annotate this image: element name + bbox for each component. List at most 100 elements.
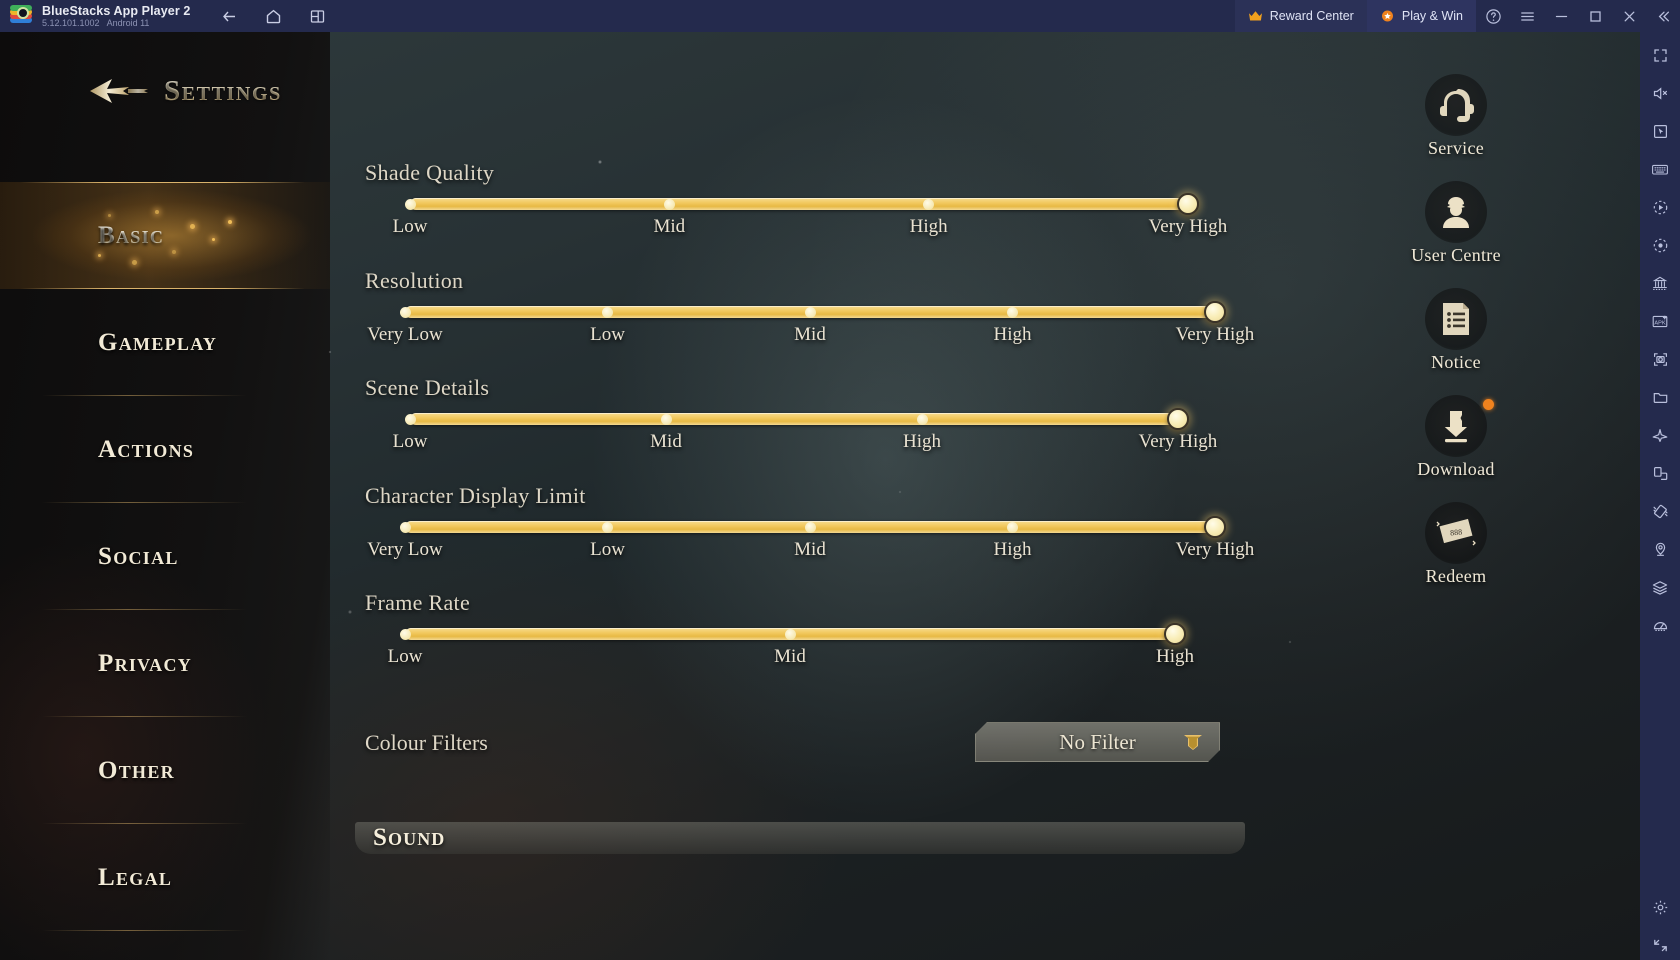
sidebar-item-label: Social <box>98 542 179 570</box>
slider-tick-label: Very High <box>1148 216 1228 237</box>
avatar-icon <box>1425 181 1487 243</box>
svg-text:APK: APK <box>1654 320 1665 326</box>
slider-tick <box>784 629 796 640</box>
fullscreen-icon[interactable] <box>1645 40 1675 70</box>
eco-mode-icon[interactable] <box>1645 420 1675 450</box>
sidebar-item-label: Basic <box>98 221 165 249</box>
screenshot-icon[interactable] <box>1645 344 1675 374</box>
slider-track[interactable] <box>410 413 1178 425</box>
mute-icon[interactable] <box>1645 78 1675 108</box>
game-icon-redeem[interactable]: 888 Redeem <box>1390 502 1522 587</box>
game-icon-label: Notice <box>1431 352 1481 372</box>
sidebar-item-privacy[interactable]: Privacy <box>0 610 330 717</box>
nav-separator <box>42 930 247 931</box>
media-folder-icon[interactable] <box>1645 382 1675 412</box>
close-icon[interactable] <box>1612 0 1646 32</box>
record-icon[interactable] <box>1645 230 1675 260</box>
game-icon-notice[interactable]: Notice <box>1390 288 1522 373</box>
slider-thumb[interactable] <box>1177 193 1199 215</box>
performance-icon[interactable] <box>1645 610 1675 640</box>
slider-shade-quality[interactable] <box>365 193 1245 215</box>
expand-arrows-icon[interactable] <box>1645 930 1675 960</box>
maximize-icon[interactable] <box>1578 0 1612 32</box>
rotate-icon[interactable] <box>1645 458 1675 488</box>
setting-label: Shade Quality <box>365 160 495 185</box>
play-and-win-button[interactable]: Play & Win <box>1366 0 1476 32</box>
slider-tick <box>804 307 816 318</box>
help-icon[interactable] <box>1476 0 1510 32</box>
slider-thumb[interactable] <box>1164 623 1186 645</box>
slider-resolution[interactable] <box>365 301 1245 323</box>
game-icon-user-centre[interactable]: User Centre <box>1390 181 1522 266</box>
sidebar-item-actions[interactable]: Actions <box>0 396 330 503</box>
slider-frame-rate[interactable] <box>365 623 1245 645</box>
game-icon-column: Service User Centre Notice Download 888 Redee… <box>1390 74 1522 609</box>
cursor-icon[interactable] <box>1645 116 1675 146</box>
game-icon-label: Download <box>1417 459 1495 479</box>
install-apk-icon[interactable]: APK <box>1645 306 1675 336</box>
collapse-icon[interactable] <box>1646 0 1680 32</box>
notice-icon <box>1425 288 1487 350</box>
reward-center-button[interactable]: Reward Center <box>1234 0 1367 32</box>
slider-track[interactable] <box>410 198 1188 210</box>
sound-section-label: Sound <box>373 824 446 851</box>
settings-gear-icon[interactable] <box>1645 892 1675 922</box>
multi-instance-icon[interactable] <box>304 3 330 29</box>
star-badge-icon <box>1381 10 1393 22</box>
play-and-win-label: Play & Win <box>1401 9 1463 23</box>
home-icon[interactable] <box>260 3 286 29</box>
sidebar-item-basic[interactable]: Basic <box>0 182 330 289</box>
settings-content: Shade Quality Low Mid High Very High Resoluti… <box>330 32 1280 960</box>
multi-instance-manager-icon[interactable] <box>1645 268 1675 298</box>
slider-labels: Very Low Low Mid High Very High <box>365 539 1254 565</box>
sidebar-item-label: Other <box>98 756 175 784</box>
colour-filters-row: Colour Filters No Filter <box>365 722 1245 768</box>
crown-icon <box>1248 11 1262 21</box>
slider-tick-label: Very High <box>1175 324 1255 345</box>
svg-text:888: 888 <box>1450 527 1463 537</box>
slider-thumb[interactable] <box>1204 516 1226 538</box>
app-version-line: 5.12.101.1002 Android 11 <box>42 18 190 28</box>
slider-scene-details[interactable] <box>365 408 1245 430</box>
slider-tick <box>404 199 416 210</box>
shake-icon[interactable] <box>1645 496 1675 526</box>
app-version: 5.12.101.1002 <box>42 18 100 29</box>
colour-filters-label: Colour Filters <box>365 730 488 755</box>
slider-tick <box>916 414 928 425</box>
slider-tick-label: High <box>903 431 941 452</box>
slider-thumb[interactable] <box>1204 301 1226 323</box>
game-icon-service[interactable]: Service <box>1390 74 1522 159</box>
slider-character-display-limit[interactable] <box>365 516 1245 538</box>
macro-play-icon[interactable] <box>1645 192 1675 222</box>
sidebar-item-social[interactable]: Social <box>0 503 330 610</box>
layers-icon[interactable] <box>1645 572 1675 602</box>
back-icon[interactable] <box>216 3 242 29</box>
sidebar-item-label: Legal <box>98 863 173 891</box>
hamburger-menu-icon[interactable] <box>1510 0 1544 32</box>
slider-tick-label: Mid <box>653 216 686 237</box>
reward-center-label: Reward Center <box>1269 9 1354 23</box>
slider-tick-label: Very Low <box>367 324 443 345</box>
slider-tick-label: High <box>909 216 948 237</box>
slider-tick <box>663 199 675 210</box>
headset-icon <box>1425 74 1487 136</box>
sidebar-item-label: Privacy <box>98 649 193 677</box>
game-icon-download[interactable]: Download <box>1390 395 1522 480</box>
sidebar-item-legal[interactable]: Legal <box>0 824 330 931</box>
slider-thumb[interactable] <box>1167 408 1189 430</box>
sidebar-item-gameplay[interactable]: Gameplay <box>0 289 330 396</box>
settings-header: Settings <box>88 74 282 108</box>
colour-filters-value: No Filter <box>1059 729 1136 754</box>
slider-tick-label: Mid <box>650 431 682 452</box>
setting-row-character-display-limit: Character Display Limit Very Low Low Mid Hig… <box>365 483 1254 565</box>
back-arrow-icon[interactable] <box>88 74 152 108</box>
setting-row-scene-details: Scene Details Low Mid High Very High <box>365 375 1245 457</box>
colour-filters-dropdown[interactable]: No Filter <box>975 722 1220 762</box>
sound-section-button[interactable]: Sound <box>355 822 1245 854</box>
sidebar-item-other[interactable]: Other <box>0 717 330 824</box>
minimize-icon[interactable] <box>1544 0 1578 32</box>
sidebar-item-label: Gameplay <box>98 328 218 356</box>
location-icon[interactable] <box>1645 534 1675 564</box>
slider-tick-label: High <box>993 539 1032 560</box>
keyboard-icon[interactable] <box>1645 154 1675 184</box>
